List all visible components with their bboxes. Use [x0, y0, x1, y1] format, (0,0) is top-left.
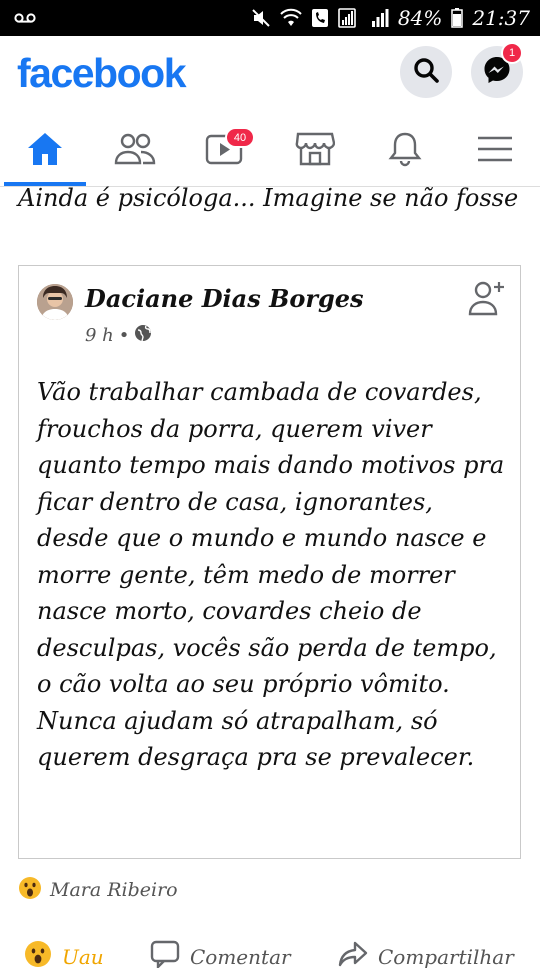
messenger-badge: 1 [501, 42, 523, 64]
hamburger-icon [477, 135, 513, 167]
app-header: facebook 1 [0, 36, 540, 116]
like-button[interactable]: Uau [24, 940, 104, 973]
post-meta: 9 h • [85, 324, 152, 347]
nav-tabs: 40 [0, 118, 540, 187]
marketplace-icon [295, 131, 336, 171]
comment-button[interactable]: Comentar [150, 940, 291, 973]
post-actions: Uau Comentar Compartilhar [0, 934, 540, 974]
share-icon [338, 940, 368, 973]
tab-home[interactable] [0, 118, 90, 184]
tab-marketplace[interactable] [270, 118, 360, 184]
friends-icon [114, 132, 156, 170]
signal-icon [338, 8, 362, 28]
comment-icon [150, 940, 180, 973]
avatar[interactable] [37, 284, 73, 320]
post-caption: Ainda é psicóloga... Imagine se não foss… [18, 184, 519, 212]
reactor-name[interactable]: Mara Ribeiro [50, 879, 178, 901]
add-friend-button[interactable] [468, 278, 508, 322]
tab-friends[interactable] [90, 118, 180, 184]
post-time[interactable]: 9 h [85, 325, 114, 346]
separator-dot: • [118, 325, 130, 346]
reaction-summary[interactable]: Mara Ribeiro [18, 876, 178, 904]
messenger-button[interactable]: 1 [471, 42, 523, 98]
globe-icon [134, 324, 152, 347]
tab-watch[interactable]: 40 [180, 118, 270, 184]
battery-percent: 84% [397, 6, 443, 30]
mute-icon [251, 8, 271, 28]
signal-bars-icon [371, 8, 389, 28]
search-button[interactable] [400, 46, 452, 98]
wow-reaction-icon [18, 876, 42, 904]
like-label: Uau [62, 944, 104, 969]
wifi-icon [280, 8, 302, 28]
add-friend-icon [468, 281, 508, 322]
watch-badge: 40 [225, 127, 255, 148]
phone-call-icon [311, 8, 329, 28]
battery-icon [451, 8, 464, 28]
search-icon [412, 56, 440, 88]
comment-label: Comentar [190, 944, 291, 969]
bell-icon [388, 131, 422, 171]
author-name[interactable]: Daciane Dias Borges [85, 284, 364, 313]
shared-post-text: Vão trabalhar cambada de covardes, frouc… [37, 378, 505, 771]
tab-menu[interactable] [450, 118, 540, 184]
voicemail-icon [14, 9, 36, 28]
share-label: Compartilhar [378, 944, 514, 969]
shared-post-card[interactable]: Daciane Dias Borges 9 h • Vão trabalhar … [18, 265, 521, 859]
home-icon [26, 131, 64, 171]
clock: 21:37 [472, 6, 530, 30]
tab-notifications[interactable] [360, 118, 450, 184]
wow-icon [24, 940, 52, 973]
status-bar: 84% 21:37 [0, 0, 540, 36]
share-button[interactable]: Compartilhar [338, 940, 514, 973]
facebook-logo[interactable]: facebook [17, 50, 187, 97]
